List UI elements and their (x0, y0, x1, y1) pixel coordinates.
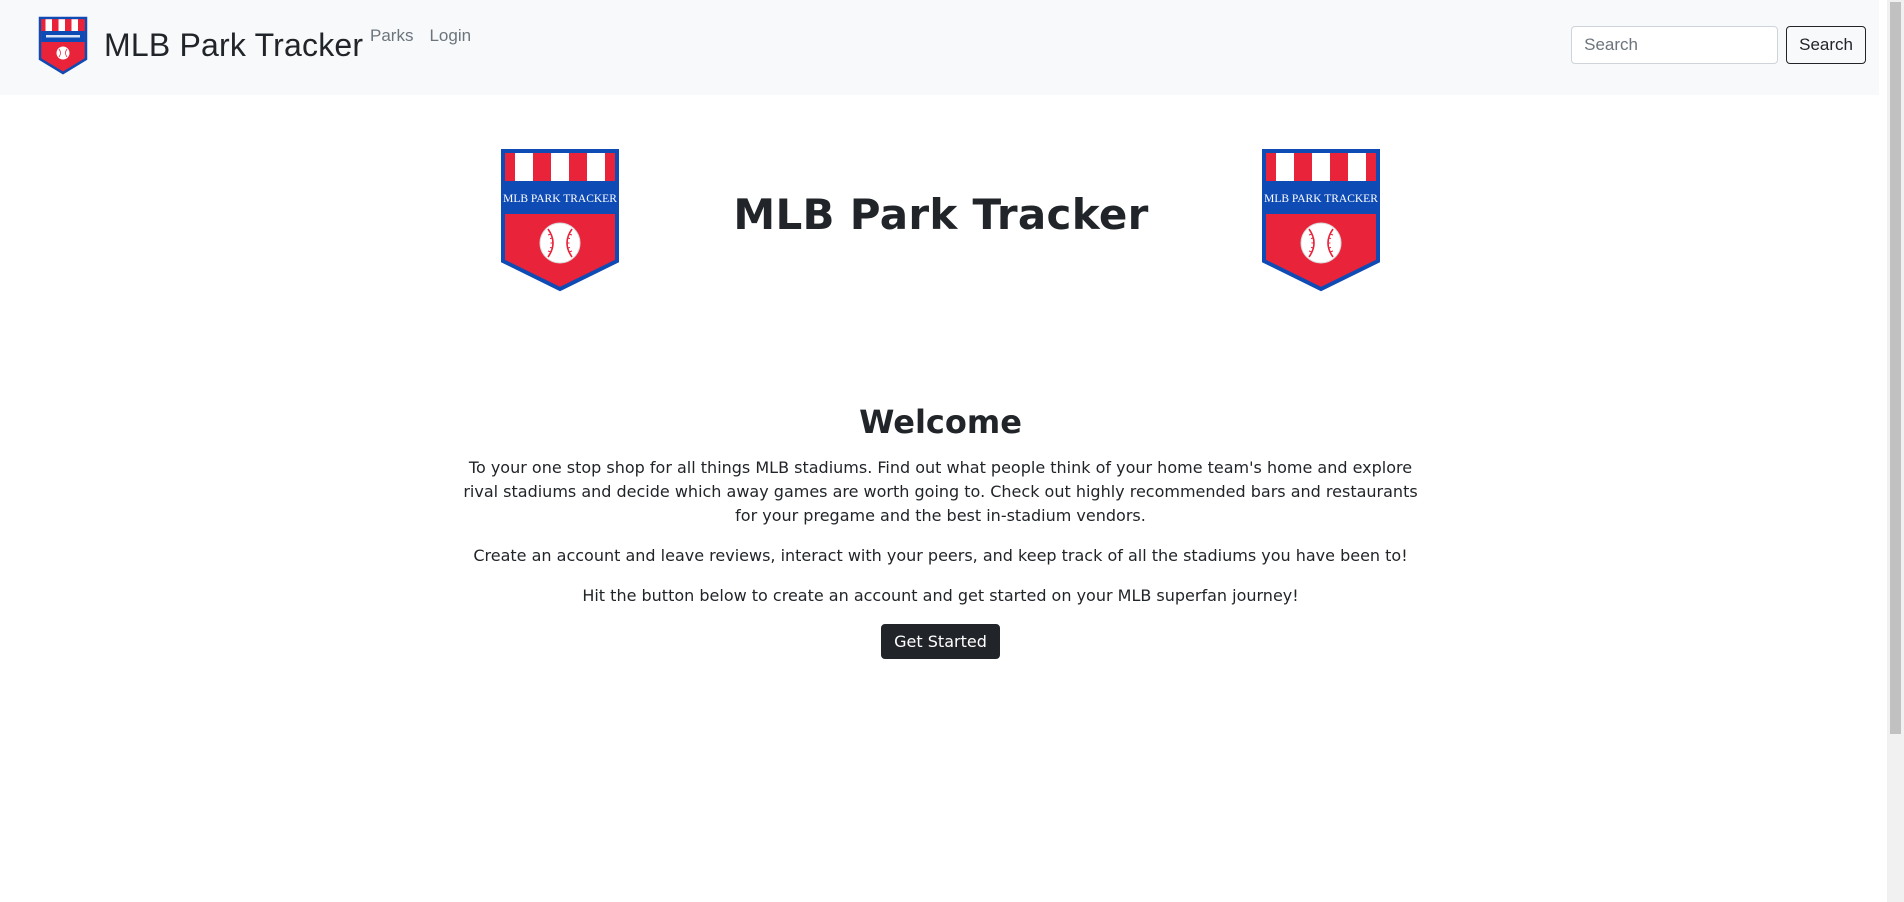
brand-logo (38, 16, 88, 74)
hero-logo-left: MLB PARK TRACKER (501, 149, 619, 292)
navbar: MLB Park Tracker Parks Login Search (0, 0, 1879, 95)
welcome-paragraph-account: Create an account and leave reviews, int… (473, 545, 1408, 565)
nav-links: Parks Login (370, 26, 471, 46)
welcome-section: Welcome To your one stop shop for all th… (452, 402, 1429, 659)
nav-link-login[interactable]: Login (429, 26, 471, 46)
scrollbar-thumb[interactable] (1890, 2, 1901, 734)
brand-link[interactable]: MLB Park Tracker (38, 15, 363, 75)
welcome-paragraph-intro: To your one stop shop for all things MLB… (463, 457, 1418, 525)
search-form: Search (1571, 26, 1866, 64)
vertical-scrollbar[interactable] (1887, 0, 1904, 902)
baseball-icon (1300, 222, 1342, 264)
brand-title: MLB Park Tracker (104, 27, 364, 63)
nav-link-parks[interactable]: Parks (370, 26, 413, 46)
welcome-heading: Welcome (859, 403, 1022, 441)
search-button[interactable]: Search (1786, 26, 1866, 64)
baseball-icon (539, 222, 581, 264)
hero-title: MLB Park Tracker (733, 190, 1149, 239)
search-input[interactable] (1571, 26, 1779, 64)
hero-logo-right: MLB PARK TRACKER (1262, 149, 1380, 292)
welcome-paragraph-cta: Hit the button below to create an accoun… (582, 585, 1299, 605)
hero-logo-left-text: MLB PARK TRACKER (503, 193, 617, 205)
hero-logo-right-text: MLB PARK TRACKER (1264, 193, 1378, 205)
page: MLB Park Tracker Parks Login Search MLB … (0, 0, 1904, 902)
get-started-button[interactable]: Get Started (881, 623, 1000, 659)
